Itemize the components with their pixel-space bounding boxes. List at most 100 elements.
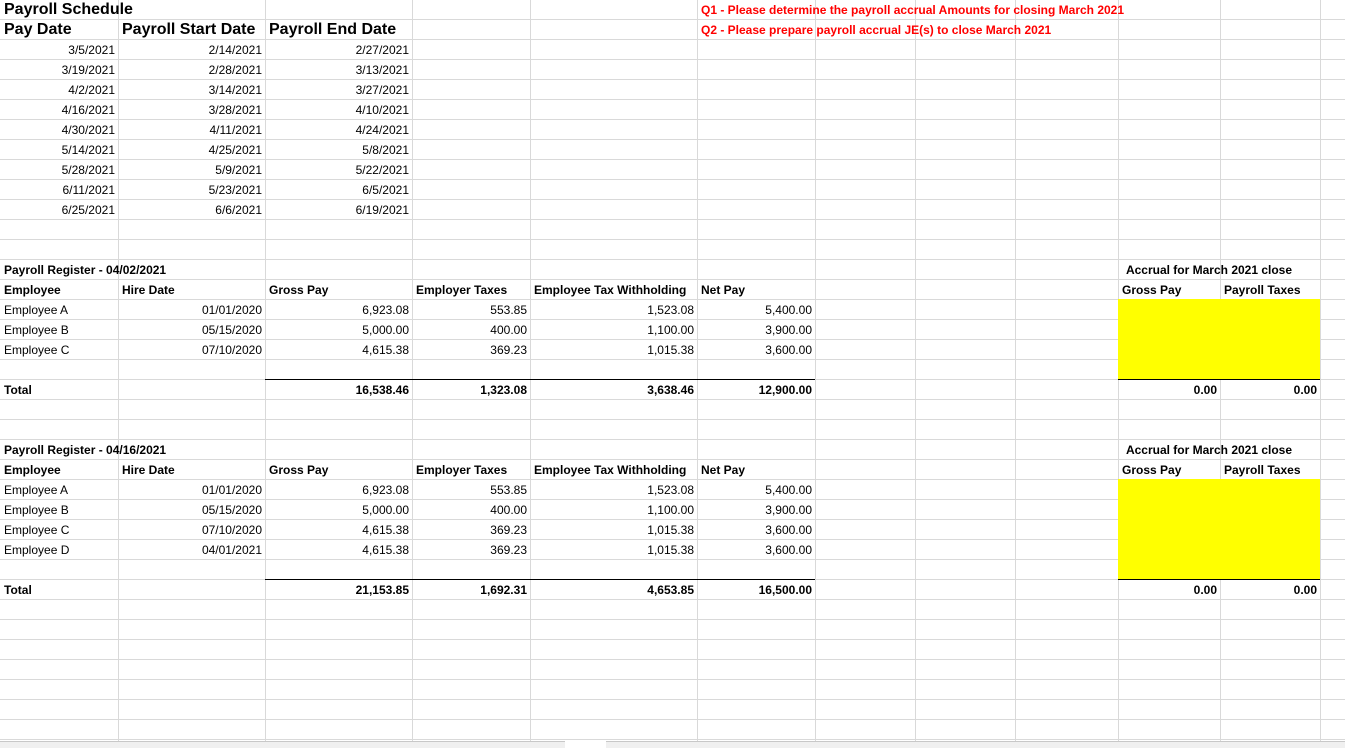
- schedule-date-cell[interactable]: 6/6/2021: [118, 200, 265, 220]
- register-header-net-pay[interactable]: Net Pay: [697, 460, 815, 480]
- register-net-pay[interactable]: 3,900.00: [697, 320, 815, 340]
- schedule-header-start-date[interactable]: Payroll Start Date: [118, 20, 265, 40]
- accrual-header-gross-pay[interactable]: Gross Pay: [1118, 280, 1220, 300]
- register-gross-pay[interactable]: 4,615.38: [265, 520, 412, 540]
- schedule-date-cell[interactable]: 3/28/2021: [118, 100, 265, 120]
- register-withholding[interactable]: 1,015.38: [530, 520, 697, 540]
- register-total-value[interactable]: 4,653.85: [530, 580, 697, 600]
- register-employer-taxes[interactable]: 553.85: [412, 300, 530, 320]
- schedule-header-end-date[interactable]: Payroll End Date: [265, 20, 412, 40]
- register-employee-name[interactable]: Employee A: [0, 300, 118, 320]
- register-header-employer-taxes[interactable]: Employer Taxes: [412, 460, 530, 480]
- register-withholding[interactable]: 1,523.08: [530, 300, 697, 320]
- accrual-total-gross-pay[interactable]: 0.00: [1118, 580, 1220, 600]
- register-header-hire-date[interactable]: Hire Date: [118, 280, 265, 300]
- schedule-date-cell[interactable]: 3/14/2021: [118, 80, 265, 100]
- register-total-value[interactable]: 16,538.46: [265, 380, 412, 400]
- accrual-input-area[interactable]: [1118, 299, 1320, 380]
- register-net-pay[interactable]: 3,600.00: [697, 340, 815, 360]
- register-employer-taxes[interactable]: 369.23: [412, 340, 530, 360]
- register-withholding[interactable]: 1,015.38: [530, 540, 697, 560]
- register-header-employee[interactable]: Employee: [0, 460, 118, 480]
- question-2[interactable]: Q2 - Please prepare payroll accrual JE(s…: [697, 20, 1118, 40]
- accrual-total-payroll-taxes[interactable]: 0.00: [1220, 580, 1320, 600]
- schedule-date-cell[interactable]: 5/23/2021: [118, 180, 265, 200]
- register-withholding[interactable]: 1,100.00: [530, 500, 697, 520]
- schedule-date-cell[interactable]: 5/9/2021: [118, 160, 265, 180]
- accrual-header-gross-pay[interactable]: Gross Pay: [1118, 460, 1220, 480]
- schedule-date-cell[interactable]: 6/19/2021: [265, 200, 412, 220]
- schedule-date-cell[interactable]: 4/30/2021: [0, 120, 118, 140]
- register-hire-date[interactable]: 07/10/2020: [118, 520, 265, 540]
- register-gross-pay[interactable]: 6,923.08: [265, 480, 412, 500]
- register-title[interactable]: Payroll Register - 04/16/2021: [0, 440, 265, 460]
- register-header-employee[interactable]: Employee: [0, 280, 118, 300]
- register-gross-pay[interactable]: 5,000.00: [265, 320, 412, 340]
- register-header-withholding[interactable]: Employee Tax Withholding: [530, 280, 697, 300]
- register-net-pay[interactable]: 5,400.00: [697, 300, 815, 320]
- schedule-date-cell[interactable]: 4/24/2021: [265, 120, 412, 140]
- register-gross-pay[interactable]: 4,615.38: [265, 340, 412, 360]
- schedule-header-pay-date[interactable]: Pay Date: [0, 20, 118, 40]
- register-hire-date[interactable]: 04/01/2021: [118, 540, 265, 560]
- schedule-date-cell[interactable]: 4/10/2021: [265, 100, 412, 120]
- register-total-value[interactable]: 1,323.08: [412, 380, 530, 400]
- register-net-pay[interactable]: 3,600.00: [697, 540, 815, 560]
- accrual-header-payroll-taxes[interactable]: Payroll Taxes: [1220, 280, 1320, 300]
- schedule-date-cell[interactable]: 5/28/2021: [0, 160, 118, 180]
- register-total-value[interactable]: 1,692.31: [412, 580, 530, 600]
- register-total-label[interactable]: Total: [0, 380, 118, 400]
- register-total-value[interactable]: 3,638.46: [530, 380, 697, 400]
- accrual-title[interactable]: Accrual for March 2021 close: [1108, 440, 1310, 460]
- accrual-title[interactable]: Accrual for March 2021 close: [1108, 260, 1310, 280]
- register-total-value[interactable]: 16,500.00: [697, 580, 815, 600]
- register-employee-name[interactable]: Employee B: [0, 500, 118, 520]
- register-hire-date[interactable]: 05/15/2020: [118, 320, 265, 340]
- schedule-date-cell[interactable]: 2/27/2021: [265, 40, 412, 60]
- schedule-date-cell[interactable]: 5/8/2021: [265, 140, 412, 160]
- register-hire-date[interactable]: 01/01/2020: [118, 300, 265, 320]
- register-title[interactable]: Payroll Register - 04/02/2021: [0, 260, 265, 280]
- spreadsheet-grid[interactable]: Payroll Schedule Pay Date Payroll Start Da…: [0, 0, 1345, 747]
- register-withholding[interactable]: 1,100.00: [530, 320, 697, 340]
- schedule-date-cell[interactable]: 3/5/2021: [0, 40, 118, 60]
- register-employer-taxes[interactable]: 369.23: [412, 520, 530, 540]
- register-employee-name[interactable]: Employee D: [0, 540, 118, 560]
- register-net-pay[interactable]: 3,600.00: [697, 520, 815, 540]
- register-withholding[interactable]: 1,015.38: [530, 340, 697, 360]
- schedule-date-cell[interactable]: 6/25/2021: [0, 200, 118, 220]
- register-total-value[interactable]: 21,153.85: [265, 580, 412, 600]
- schedule-date-cell[interactable]: 6/11/2021: [0, 180, 118, 200]
- schedule-date-cell[interactable]: 4/11/2021: [118, 120, 265, 140]
- register-employer-taxes[interactable]: 400.00: [412, 500, 530, 520]
- schedule-date-cell[interactable]: 4/16/2021: [0, 100, 118, 120]
- register-hire-date[interactable]: 05/15/2020: [118, 500, 265, 520]
- schedule-date-cell[interactable]: 3/19/2021: [0, 60, 118, 80]
- accrual-header-payroll-taxes[interactable]: Payroll Taxes: [1220, 460, 1320, 480]
- schedule-date-cell[interactable]: 2/14/2021: [118, 40, 265, 60]
- register-header-gross-pay[interactable]: Gross Pay: [265, 460, 412, 480]
- question-1[interactable]: Q1 - Please determine the payroll accrua…: [697, 0, 1124, 20]
- register-gross-pay[interactable]: 5,000.00: [265, 500, 412, 520]
- schedule-date-cell[interactable]: 3/27/2021: [265, 80, 412, 100]
- register-withholding[interactable]: 1,523.08: [530, 480, 697, 500]
- schedule-date-cell[interactable]: 6/5/2021: [265, 180, 412, 200]
- schedule-date-cell[interactable]: 4/2/2021: [0, 80, 118, 100]
- register-employer-taxes[interactable]: 369.23: [412, 540, 530, 560]
- register-employee-name[interactable]: Employee C: [0, 340, 118, 360]
- register-total-label[interactable]: Total: [0, 580, 118, 600]
- register-hire-date[interactable]: 01/01/2020: [118, 480, 265, 500]
- schedule-date-cell[interactable]: 4/25/2021: [118, 140, 265, 160]
- register-header-withholding[interactable]: Employee Tax Withholding: [530, 460, 697, 480]
- register-employer-taxes[interactable]: 400.00: [412, 320, 530, 340]
- register-header-employer-taxes[interactable]: Employer Taxes: [412, 280, 530, 300]
- register-employee-name[interactable]: Employee B: [0, 320, 118, 340]
- register-gross-pay[interactable]: 6,923.08: [265, 300, 412, 320]
- register-header-hire-date[interactable]: Hire Date: [118, 460, 265, 480]
- register-hire-date[interactable]: 07/10/2020: [118, 340, 265, 360]
- register-net-pay[interactable]: 3,900.00: [697, 500, 815, 520]
- register-employee-name[interactable]: Employee A: [0, 480, 118, 500]
- register-gross-pay[interactable]: 4,615.38: [265, 540, 412, 560]
- accrual-total-payroll-taxes[interactable]: 0.00: [1220, 380, 1320, 400]
- schedule-date-cell[interactable]: 5/22/2021: [265, 160, 412, 180]
